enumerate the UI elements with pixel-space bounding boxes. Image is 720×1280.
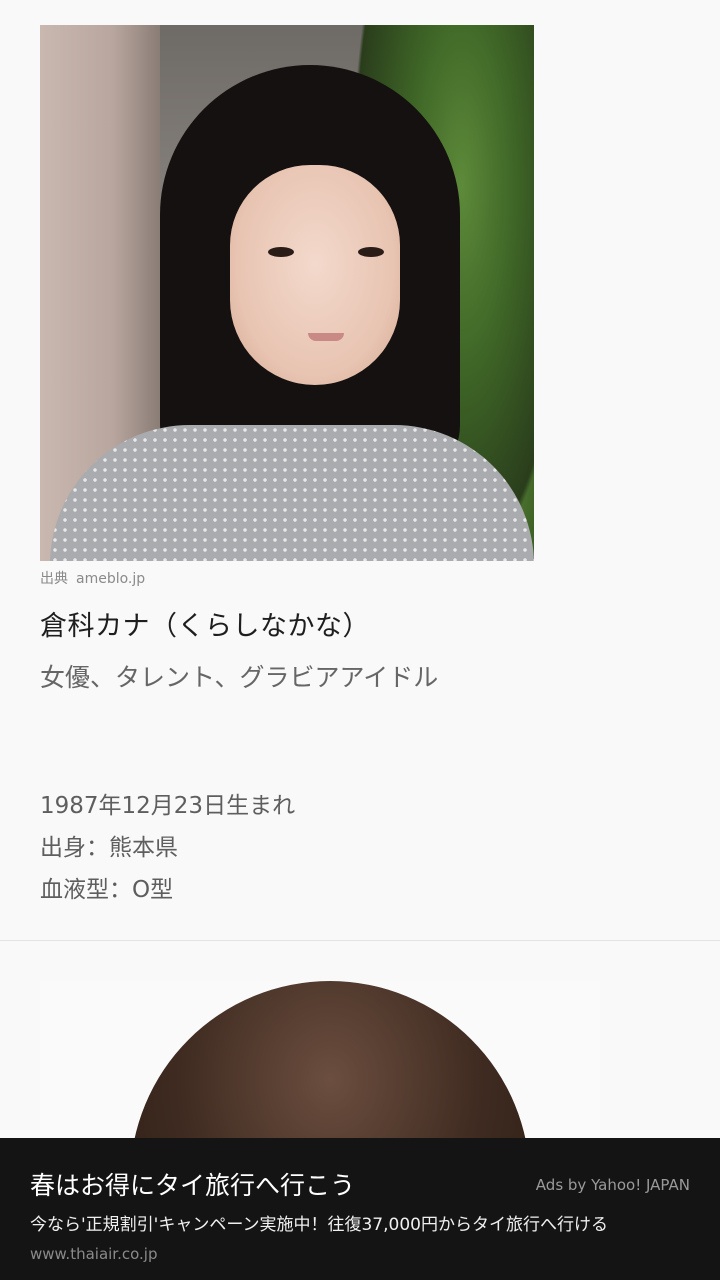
ad-url[interactable]: www.thaiair.co.jp xyxy=(30,1245,157,1263)
photo-face xyxy=(230,165,400,385)
photo-eye-left xyxy=(268,247,294,257)
photo-eye-right xyxy=(358,247,384,257)
birthplace: 出身：熊本県 xyxy=(40,835,178,861)
credit-label: 出典 xyxy=(40,571,68,587)
profile-photo[interactable] xyxy=(40,25,534,561)
credit-source-link[interactable]: ameblo.jp xyxy=(76,571,145,587)
profile-details: 1987年12月23日生まれ 出身：熊本県 血液型：O型 xyxy=(40,785,295,911)
profile-role: 女優、タレント、グラビアアイドル xyxy=(40,663,439,692)
photo-credit: 出典 ameblo.jp xyxy=(40,568,145,588)
ad-banner[interactable]: 春はお得にタイ旅行へ行こう Ads by Yahoo! JAPAN 今なら'正規… xyxy=(0,1138,720,1280)
blood-type: 血液型：O型 xyxy=(40,877,174,903)
birth-date: 1987年12月23日生まれ xyxy=(40,793,296,819)
section-divider xyxy=(0,940,720,941)
photo-shirt xyxy=(50,425,534,561)
ad-provider-badge[interactable]: Ads by Yahoo! JAPAN xyxy=(536,1176,690,1194)
ad-description[interactable]: 今なら'正規割引'キャンペーン実施中！往復37,000円からタイ旅行へ行ける xyxy=(30,1210,608,1235)
profile-name: 倉科カナ（くらしなかな） xyxy=(40,611,370,642)
ad-title[interactable]: 春はお得にタイ旅行へ行こう xyxy=(30,1166,355,1202)
photo-mouth xyxy=(308,333,344,341)
second-profile-photo[interactable] xyxy=(40,981,600,1141)
